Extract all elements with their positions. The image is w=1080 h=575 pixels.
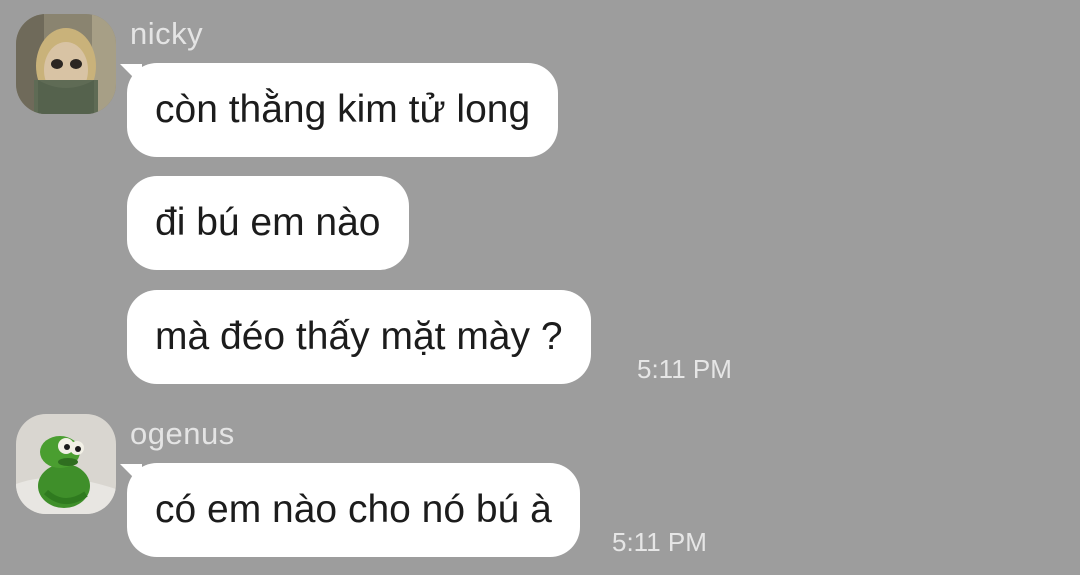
kermit-frog-avatar-icon	[16, 414, 116, 514]
sender-name: ogenus	[130, 416, 235, 451]
nicky-avatar-icon	[16, 14, 116, 114]
message-bubble[interactable]: có em nào cho nó bú à	[127, 463, 580, 557]
message-timestamp: 5:11 PM	[637, 354, 732, 384]
avatar-ogenus[interactable]	[16, 414, 116, 514]
message-bubble[interactable]: đi bú em nào	[127, 176, 409, 270]
avatar-nicky[interactable]	[16, 14, 116, 114]
message-bubble[interactable]: còn thằng kim tử long	[127, 63, 559, 157]
message-timestamp: 5:11 PM	[612, 527, 707, 557]
sender-name: nicky	[130, 16, 204, 51]
message-bubble[interactable]: mà đéo thấy mặt mày ?	[127, 290, 591, 384]
